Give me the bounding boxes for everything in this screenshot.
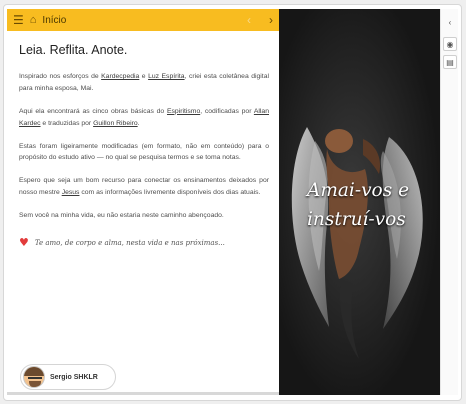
chevron-left-icon[interactable]: ‹ [443, 15, 457, 29]
dedication-text: Te amo, de corpo e alma, nesta vida e na… [34, 238, 225, 247]
text: . [137, 119, 140, 127]
page-title: Leia. Reflita. Anote. [19, 43, 128, 57]
intro-paragraph: Inspirado nos esforços de Kardecpedia e … [19, 71, 269, 95]
text: e [139, 73, 149, 80]
quote-overlay: Amai-vos e instruí-vos [307, 177, 437, 234]
link-kardecpedia[interactable]: Kardecpedia [101, 73, 139, 80]
hamburger-icon[interactable]: ☰ [13, 14, 24, 26]
link-espiritismo[interactable]: Espiritismo [167, 108, 200, 115]
link-luz-espirita[interactable]: Luz Espírita [148, 73, 185, 80]
reading-pane: ☰ ⌂ Início ‹ › Leia. Reflita. Anote. Ins… [7, 9, 279, 395]
heart-icon: ♥ [19, 236, 29, 250]
breadcrumb-title[interactable]: Início [42, 15, 66, 26]
modification-paragraph: Estas foram ligeiramente modificadas (em… [19, 142, 269, 162]
chevron-right-icon[interactable]: › [269, 13, 273, 27]
chevron-left-icon[interactable]: ‹ [247, 13, 251, 27]
horizontal-scrollbar[interactable] [7, 392, 279, 395]
text: , codificadas por [200, 107, 254, 115]
avatar-glasses [28, 377, 42, 380]
text: com as informações livremente disponívei… [79, 189, 261, 197]
author-chip[interactable]: Sergio SHKLR [20, 364, 116, 390]
dedication: ♥ Te amo, de corpo e alma, nesta vida e … [19, 236, 269, 249]
quote-line-2: instruí-vos [307, 208, 406, 230]
works-paragraph: Aqui ela encontrará as cinco obras básic… [19, 106, 269, 130]
note-icon[interactable]: ▤ [443, 55, 457, 69]
avatar-beard [29, 381, 41, 387]
text: Inspirado nos esforços de [19, 73, 102, 80]
home-icon[interactable]: ⌂ [30, 14, 37, 26]
author-name: Sergio SHKLR [50, 373, 98, 381]
eye-icon[interactable]: ◉ [443, 37, 457, 51]
link-jesus[interactable]: Jesus [62, 189, 80, 196]
closing-paragraph: Sem você na minha vida, eu não estaria n… [19, 212, 224, 220]
text: e traduzidas por [40, 119, 94, 127]
page-content: Leia. Reflita. Anote. Inspirado nos esfo… [7, 43, 279, 249]
avatar [23, 366, 45, 388]
side-toolbar: ‹ ◉ ▤ [440, 9, 458, 395]
quote-line-1: Amai-vos e [307, 180, 410, 201]
resource-paragraph: Espero que seja um bom recurso para cone… [19, 175, 269, 199]
avatar-hair [24, 367, 44, 376]
link-guillon-ribeiro[interactable]: Guillon Ribeiro [93, 120, 138, 127]
top-bar: ☰ ⌂ Início ‹ › [7, 9, 279, 31]
text: Aqui ela encontrará as cinco obras básic… [19, 107, 167, 115]
image-pane: Amai-vos e instruí-vos [279, 9, 440, 395]
